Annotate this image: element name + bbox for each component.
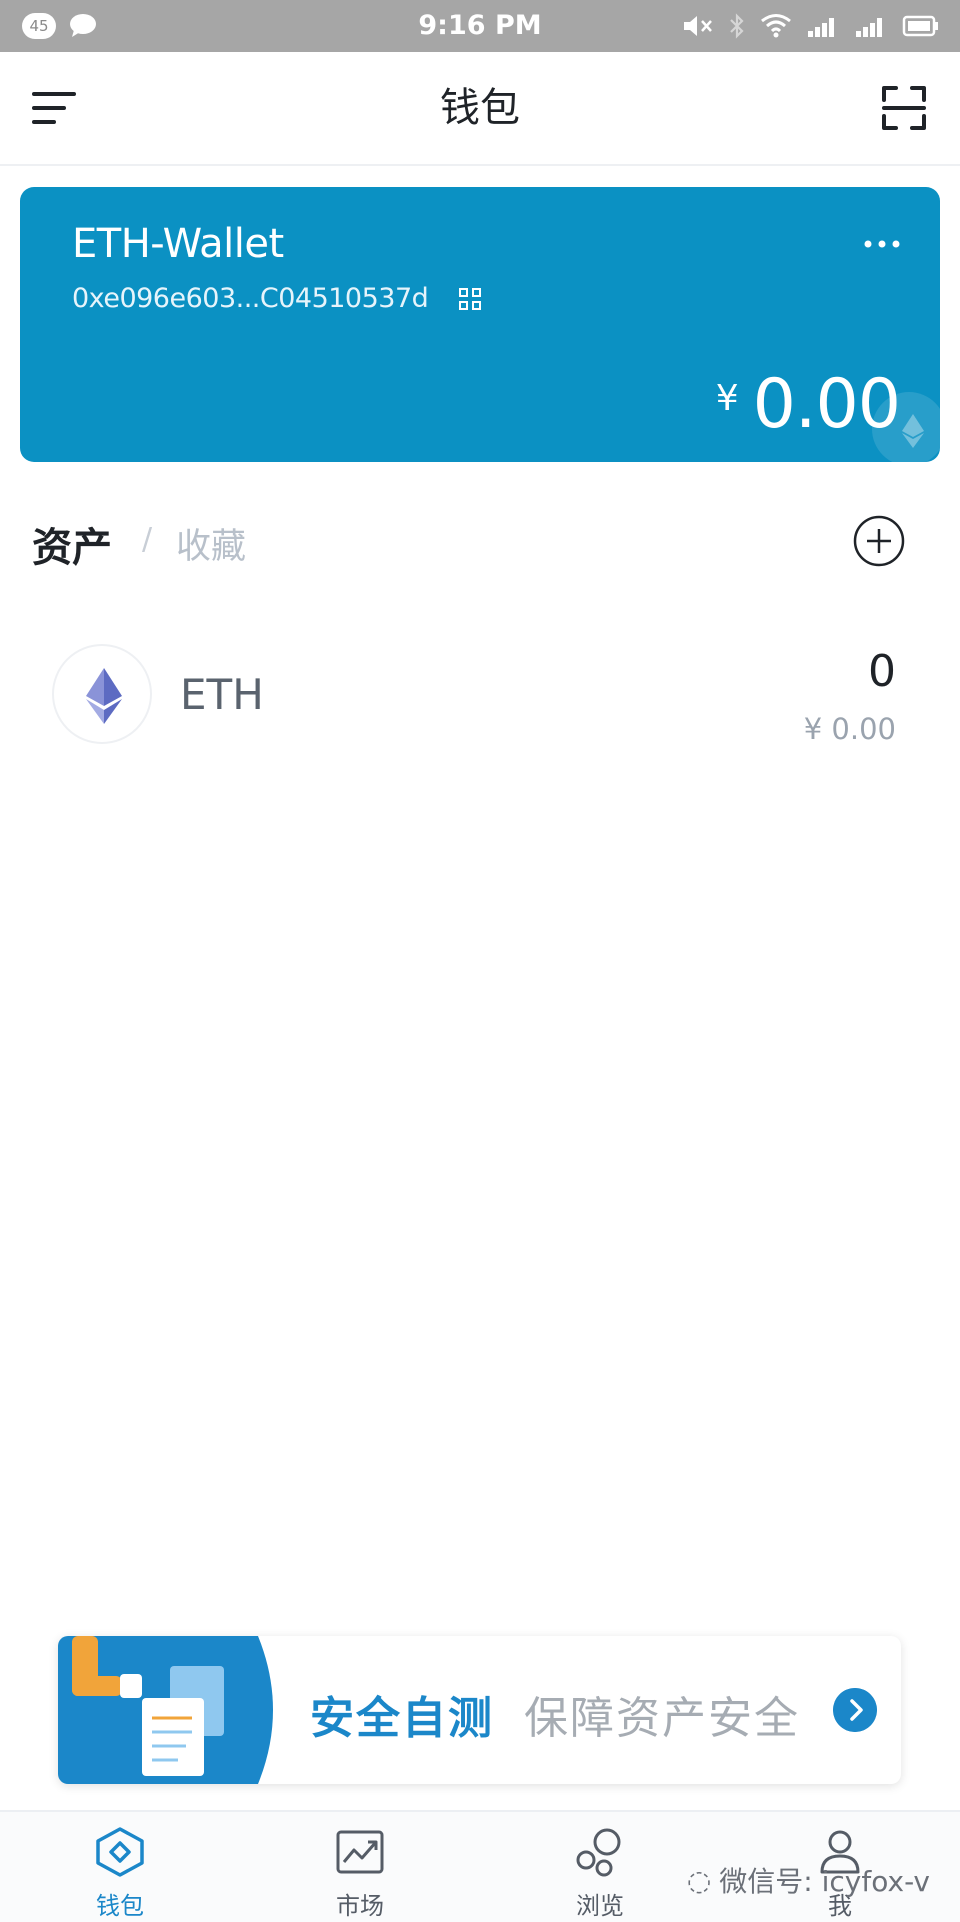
tab-separator: /: [142, 522, 153, 557]
asset-row-eth[interactable]: ETH 0 ¥ 0.00: [0, 630, 960, 758]
more-options-icon[interactable]: [862, 237, 902, 251]
mute-icon: [684, 16, 712, 36]
nav-label-browse: 浏览: [576, 1892, 624, 1920]
market-chart-icon: [336, 1830, 384, 1874]
tab-favorites[interactable]: 收藏: [176, 518, 246, 569]
wallet-icon: [96, 1827, 144, 1877]
token-fiat-value: ¥ 0.00: [803, 712, 896, 746]
token-amount: 0: [868, 646, 896, 697]
nav-item-browse[interactable]: 浏览: [500, 1812, 700, 1922]
wechat-watermark: ◌ 微信号: icyfox-v: [687, 1860, 930, 1900]
currency-symbol: ¥: [715, 378, 739, 419]
chevron-right-icon[interactable]: [833, 1688, 877, 1732]
add-asset-icon[interactable]: [852, 514, 906, 568]
wallet-card[interactable]: ETH-Wallet 0xe096e603...C04510537d ¥ 0.0…: [20, 187, 940, 462]
signal-icon: [808, 18, 834, 37]
wallet-name: ETH-Wallet: [72, 221, 284, 267]
nav-item-market[interactable]: 市场: [260, 1812, 460, 1922]
scan-icon[interactable]: [880, 84, 928, 132]
eth-watermark-icon: [902, 414, 924, 448]
browse-bubbles-icon: [576, 1828, 621, 1877]
bluetooth-icon: [730, 13, 744, 39]
signal-2-icon: [856, 18, 882, 37]
app-header: 钱包: [0, 52, 960, 166]
security-check-banner[interactable]: 安全自测 保障资产安全: [58, 1636, 901, 1784]
qr-code-icon[interactable]: [458, 287, 482, 311]
wifi-icon: [761, 14, 791, 38]
banner-subtitle: 保障资产安全: [524, 1693, 800, 1744]
wallet-address[interactable]: 0xe096e603...C04510537d: [72, 283, 429, 314]
watermark-text: 微信号: icyfox-v: [719, 1865, 930, 1898]
wechat-icon: ◌: [686, 1863, 712, 1897]
tab-assets[interactable]: 资产: [32, 515, 112, 573]
battery-icon: [902, 15, 938, 37]
nav-label-wallet: 钱包: [96, 1892, 144, 1920]
token-symbol: ETH: [180, 670, 264, 719]
eth-logo: [52, 644, 152, 744]
status-bar: 45 9:16 PM: [0, 0, 960, 52]
banner-title: 安全自测: [310, 1693, 494, 1744]
ethereum-icon: [86, 668, 122, 724]
nav-item-wallet[interactable]: 钱包: [20, 1812, 220, 1922]
nav-label-market: 市场: [336, 1892, 384, 1920]
status-icons: [682, 10, 940, 42]
page-title: 钱包: [440, 85, 520, 131]
security-illustration: [58, 1636, 273, 1784]
